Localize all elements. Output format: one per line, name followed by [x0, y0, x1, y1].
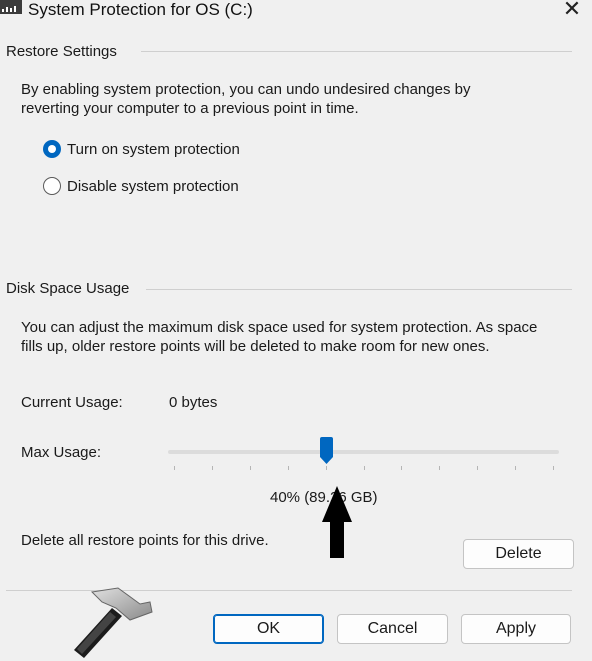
- slider-tick: [326, 466, 327, 470]
- slider-tick: [477, 466, 478, 470]
- slider-tick: [364, 466, 365, 470]
- slider-tick: [439, 466, 440, 470]
- radio-turn-on-label: Turn on system protection: [67, 140, 240, 158]
- apply-button[interactable]: Apply: [461, 614, 571, 644]
- current-usage-value: 0 bytes: [169, 394, 218, 411]
- restore-settings-title: Restore Settings: [6, 43, 117, 60]
- delete-button[interactable]: Delete: [463, 539, 574, 569]
- max-usage-label: Max Usage:: [21, 444, 102, 461]
- restore-description-line2: reverting your computer to a previous po…: [21, 100, 359, 117]
- disk-space-usage-title: Disk Space Usage: [6, 280, 130, 297]
- slider-tick: [553, 466, 554, 470]
- max-usage-slider-track[interactable]: [168, 450, 559, 454]
- arrow-up-icon: [322, 486, 352, 558]
- max-usage-slider-thumb[interactable]: [319, 437, 334, 465]
- radio-disable-protection[interactable]: Disable system protection: [43, 177, 239, 195]
- restore-description-line1: By enabling system protection, you can u…: [21, 81, 471, 98]
- radio-selected-icon[interactable]: [43, 140, 61, 158]
- slider-tick: [515, 466, 516, 470]
- slider-tick: [401, 466, 402, 470]
- delete-restore-points-text: Delete all restore points for this drive…: [21, 532, 269, 549]
- window-icon: [0, 0, 22, 14]
- disk-description-line2: fills up, older restore points will be d…: [21, 338, 490, 355]
- ok-button[interactable]: OK: [213, 614, 324, 644]
- radio-unselected-icon[interactable]: [43, 177, 61, 195]
- disk-space-divider: [146, 289, 572, 290]
- close-icon[interactable]: ✕: [558, 0, 586, 22]
- window-title: System Protection for OS (C:): [28, 0, 253, 19]
- restore-settings-divider: [141, 51, 572, 52]
- slider-tick: [174, 466, 175, 470]
- slider-tick: [288, 466, 289, 470]
- hammer-logo-icon: [74, 587, 153, 658]
- cancel-button[interactable]: Cancel: [337, 614, 448, 644]
- radio-disable-label: Disable system protection: [67, 177, 239, 195]
- radio-turn-on-protection[interactable]: Turn on system protection: [43, 140, 240, 158]
- disk-description-line1: You can adjust the maximum disk space us…: [21, 319, 538, 336]
- slider-tick: [250, 466, 251, 470]
- slider-tick: [212, 466, 213, 470]
- current-usage-label: Current Usage:: [21, 394, 123, 411]
